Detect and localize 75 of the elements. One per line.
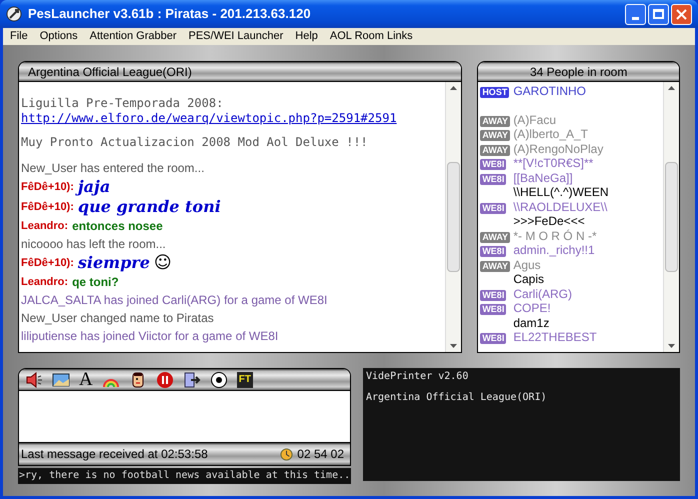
close-button[interactable] (671, 4, 692, 24)
status-badge: WE8I (480, 174, 506, 185)
status-badge: AWAY (480, 260, 510, 272)
clock-icon (280, 448, 294, 460)
status-badge: AWAY (480, 130, 510, 142)
user-name[interactable]: EL22THEBEST (513, 330, 597, 344)
close-icon (676, 8, 687, 20)
system-message: nicoooo has left the room... (21, 236, 166, 253)
videprinter-line: VidePrinter v2.60 (366, 371, 468, 383)
minimize-button[interactable] (625, 4, 646, 24)
chat-message: entonces nosee (72, 218, 163, 235)
username: Leandro: (21, 275, 68, 290)
window-title: PesLauncher v3.61b : Piratas - 201.213.63.120 (28, 5, 312, 24)
topic-link[interactable]: http://www.elforo.de/wearq/viewtopic.php?p=2591#2591 (21, 111, 397, 126)
menu-item[interactable]: AOL Room Links (324, 28, 419, 45)
user-name[interactable]: admin._richy!!1 (513, 243, 595, 258)
font-button[interactable]: A (79, 370, 93, 388)
game-join-message: JALCA_SALTA has joined Carli(ARG) for a game of WE8I (21, 292, 328, 309)
status-badge: WE8I (480, 304, 506, 316)
scroll-down-icon[interactable] (450, 344, 458, 348)
status-badge: AWAY (480, 116, 510, 127)
system-message: New_User has entered the room... (21, 160, 204, 177)
user-name[interactable]: Capis (513, 272, 544, 286)
user-name[interactable]: >>>FeDe<<< (513, 214, 585, 228)
status-badge: AWAY (480, 232, 510, 243)
status-badge: WE8I (480, 290, 506, 301)
chat-message: siempre (78, 253, 150, 273)
menu-item[interactable]: Options (34, 28, 84, 45)
pause-icon[interactable] (156, 370, 174, 388)
chat-message: jaja (78, 177, 110, 197)
scroll-down-icon[interactable] (668, 344, 675, 348)
announcement-text: Muy Pronto Actualizacion 2008 Mod Aol Deluxe !!! (21, 135, 368, 150)
scroll-up-icon[interactable] (668, 86, 675, 90)
landscape-icon[interactable] (52, 370, 70, 388)
status-badge: HOST (480, 87, 510, 98)
room-title: Argentina Official League(ORI) (19, 62, 462, 82)
user-name[interactable]: GAROTINHO (513, 84, 586, 98)
status-badge: AWAY (480, 144, 510, 156)
status-badge: WE8I (480, 202, 506, 214)
user-name[interactable]: COPE! (513, 301, 551, 316)
chat-message: qe toni? (72, 274, 119, 291)
system-message: New_User changed name to Piratas (21, 310, 214, 327)
status-badge: WE8I (480, 333, 506, 344)
ft-button[interactable]: FT (236, 372, 253, 388)
smiley-emoticon: ☺ (154, 254, 172, 272)
videprinter-line: Argentina Official League(ORI) (366, 392, 547, 404)
username: Leandro: (21, 219, 68, 234)
username: FêDê+10): (21, 200, 74, 215)
people-scrollbar[interactable] (663, 82, 679, 352)
status-badge: WE8I (480, 246, 506, 258)
game-join-message: liliputiense has joined Viictor for a game of WE8I (21, 328, 278, 345)
user-name[interactable]: Carli(ARG) (513, 286, 572, 301)
announcement-text: Liguilla Pre-Temporada 2008: (21, 96, 224, 111)
news-ticker: >ry, there is no football news available at this time.. (18, 468, 351, 484)
user-name[interactable]: [[BaNeGa]] (513, 170, 573, 185)
chat-message: que grande toni (78, 197, 221, 217)
user-name[interactable]: \\HELL(^.^)WEEN (513, 185, 609, 200)
status-badge: WE8I (480, 159, 506, 170)
user-name[interactable]: **[V!cT0R€S]** (513, 156, 594, 170)
last-message-text: Last message received at 02:53:58 (21, 446, 209, 463)
menu-item[interactable]: PES/WEI Launcher (182, 28, 290, 45)
exit-icon[interactable] (182, 370, 201, 388)
maximize-button[interactable] (648, 4, 669, 24)
clock-time: 02 54 02 (297, 446, 344, 463)
user-name[interactable]: \\RAOLDELUXE\\ (513, 200, 608, 214)
username: FêDê+10): (21, 256, 74, 271)
chat-scrollbar[interactable] (445, 82, 462, 352)
menu-item[interactable]: Attention Grabber (84, 28, 182, 45)
menu-item[interactable]: File (4, 28, 34, 45)
people-count-title: 34 People in room (478, 62, 679, 82)
scroll-up-icon[interactable] (450, 86, 458, 90)
speaker-icon[interactable] (25, 370, 43, 388)
menu-item[interactable]: Help (289, 28, 324, 45)
user-name[interactable]: dam1z (513, 316, 550, 330)
username: FêDê+10): (21, 180, 74, 195)
